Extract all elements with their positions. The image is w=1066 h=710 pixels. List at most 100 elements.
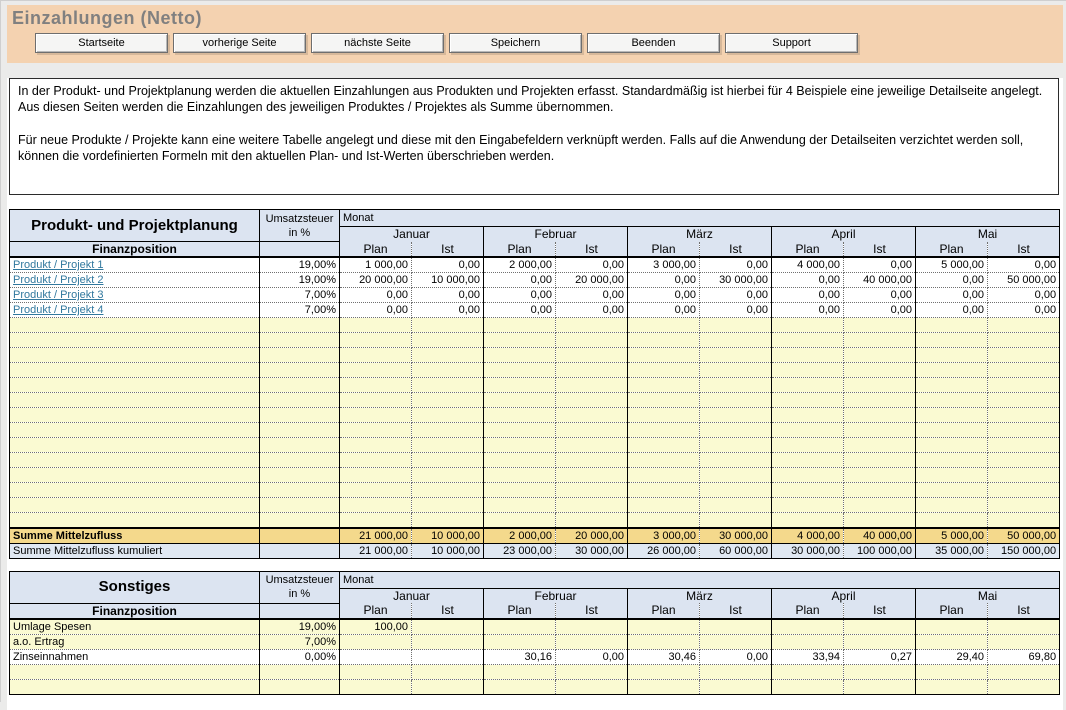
empty-value-cell[interactable] — [628, 498, 700, 513]
empty-value-cell[interactable] — [988, 393, 1060, 408]
row-label-cell[interactable]: Produkt / Projekt 1 — [10, 257, 260, 273]
row-label-cell[interactable]: Zinseinnahmen — [10, 649, 260, 664]
empty-value-cell[interactable] — [556, 513, 628, 528]
empty-value-cell[interactable] — [340, 483, 412, 498]
empty-value-cell[interactable] — [700, 498, 772, 513]
value-cell[interactable]: 30 000,00 — [700, 273, 772, 288]
value-cell[interactable] — [844, 619, 916, 635]
empty-value-cell[interactable] — [844, 363, 916, 378]
empty-value-cell[interactable] — [556, 363, 628, 378]
empty-value-cell[interactable] — [700, 664, 772, 679]
empty-value-cell[interactable] — [412, 333, 484, 348]
empty-tax-cell[interactable] — [260, 679, 340, 694]
empty-value-cell[interactable] — [412, 679, 484, 694]
empty-value-cell[interactable] — [916, 363, 988, 378]
empty-tax-cell[interactable] — [260, 393, 340, 408]
value-cell[interactable]: 0,00 — [700, 257, 772, 273]
empty-value-cell[interactable] — [484, 438, 556, 453]
empty-value-cell[interactable] — [556, 318, 628, 333]
empty-value-cell[interactable] — [412, 453, 484, 468]
empty-value-cell[interactable] — [988, 679, 1060, 694]
empty-tax-cell[interactable] — [260, 664, 340, 679]
value-cell[interactable]: 1 000,00 — [340, 257, 412, 273]
empty-value-cell[interactable] — [700, 453, 772, 468]
empty-label-cell[interactable] — [10, 679, 260, 694]
empty-value-cell[interactable] — [556, 378, 628, 393]
value-cell[interactable]: 0,00 — [340, 288, 412, 303]
empty-label-cell[interactable] — [10, 333, 260, 348]
value-cell[interactable]: 0,00 — [988, 303, 1060, 318]
row-label-cell[interactable]: Produkt / Projekt 2 — [10, 273, 260, 288]
empty-value-cell[interactable] — [412, 348, 484, 363]
value-cell[interactable] — [772, 634, 844, 649]
empty-value-cell[interactable] — [556, 483, 628, 498]
empty-value-cell[interactable] — [844, 513, 916, 528]
empty-value-cell[interactable] — [916, 483, 988, 498]
value-cell[interactable]: 0,00 — [484, 288, 556, 303]
empty-value-cell[interactable] — [628, 453, 700, 468]
empty-tax-cell[interactable] — [260, 483, 340, 498]
empty-value-cell[interactable] — [340, 318, 412, 333]
empty-value-cell[interactable] — [988, 408, 1060, 423]
project-link[interactable]: Produkt / Projekt 1 — [13, 259, 104, 271]
row-label-cell[interactable]: Produkt / Projekt 4 — [10, 303, 260, 318]
empty-value-cell[interactable] — [484, 664, 556, 679]
empty-value-cell[interactable] — [556, 438, 628, 453]
value-cell[interactable] — [700, 619, 772, 635]
empty-value-cell[interactable] — [916, 423, 988, 438]
empty-value-cell[interactable] — [844, 423, 916, 438]
value-cell[interactable] — [556, 634, 628, 649]
empty-tax-cell[interactable] — [260, 363, 340, 378]
value-cell[interactable]: 0,00 — [988, 257, 1060, 273]
empty-value-cell[interactable] — [340, 664, 412, 679]
value-cell[interactable]: 0,00 — [916, 303, 988, 318]
empty-value-cell[interactable] — [556, 423, 628, 438]
empty-tax-cell[interactable] — [260, 468, 340, 483]
value-cell[interactable] — [628, 634, 700, 649]
empty-value-cell[interactable] — [412, 393, 484, 408]
value-cell[interactable]: 0,00 — [628, 288, 700, 303]
empty-value-cell[interactable] — [556, 468, 628, 483]
empty-value-cell[interactable] — [484, 378, 556, 393]
empty-value-cell[interactable] — [988, 423, 1060, 438]
empty-value-cell[interactable] — [772, 378, 844, 393]
empty-value-cell[interactable] — [340, 348, 412, 363]
value-cell[interactable]: 0,00 — [700, 303, 772, 318]
value-cell[interactable]: 0,00 — [844, 288, 916, 303]
empty-value-cell[interactable] — [844, 333, 916, 348]
empty-value-cell[interactable] — [700, 408, 772, 423]
empty-value-cell[interactable] — [772, 363, 844, 378]
empty-value-cell[interactable] — [340, 393, 412, 408]
value-cell[interactable] — [844, 634, 916, 649]
value-cell[interactable] — [628, 619, 700, 635]
empty-value-cell[interactable] — [916, 408, 988, 423]
value-cell[interactable]: 0,00 — [772, 273, 844, 288]
empty-value-cell[interactable] — [772, 664, 844, 679]
empty-value-cell[interactable] — [628, 318, 700, 333]
tax-value-cell[interactable]: 19,00% — [260, 257, 340, 273]
empty-value-cell[interactable] — [988, 498, 1060, 513]
empty-label-cell[interactable] — [10, 393, 260, 408]
empty-value-cell[interactable] — [988, 513, 1060, 528]
project-link[interactable]: Produkt / Projekt 3 — [13, 289, 104, 301]
value-cell[interactable]: 0,00 — [412, 303, 484, 318]
empty-label-cell[interactable] — [10, 664, 260, 679]
empty-value-cell[interactable] — [772, 393, 844, 408]
value-cell[interactable]: 0,00 — [844, 303, 916, 318]
toolbar-button-support[interactable]: Support — [725, 33, 858, 53]
empty-value-cell[interactable] — [412, 438, 484, 453]
value-cell[interactable]: 30,16 — [484, 649, 556, 664]
empty-value-cell[interactable] — [700, 468, 772, 483]
empty-value-cell[interactable] — [844, 393, 916, 408]
empty-value-cell[interactable] — [844, 468, 916, 483]
empty-label-cell[interactable] — [10, 498, 260, 513]
empty-value-cell[interactable] — [916, 378, 988, 393]
empty-value-cell[interactable] — [700, 348, 772, 363]
empty-label-cell[interactable] — [10, 513, 260, 528]
value-cell[interactable]: 33,94 — [772, 649, 844, 664]
empty-value-cell[interactable] — [988, 453, 1060, 468]
value-cell[interactable] — [412, 619, 484, 635]
toolbar-button-nächste-seite[interactable]: nächste Seite — [311, 33, 444, 53]
empty-value-cell[interactable] — [988, 333, 1060, 348]
empty-label-cell[interactable] — [10, 438, 260, 453]
